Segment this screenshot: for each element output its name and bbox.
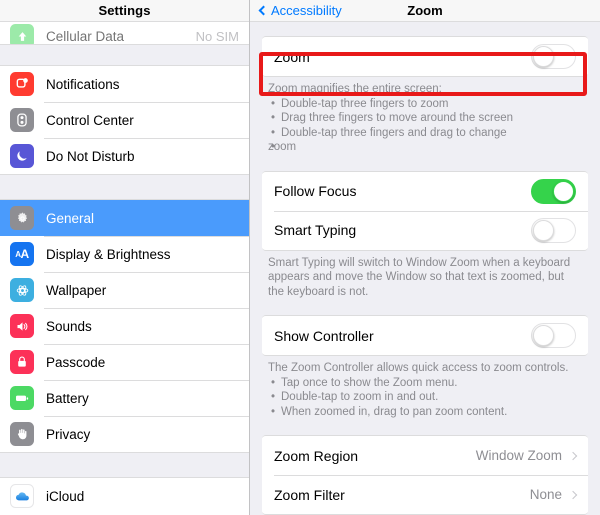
display-brightness-icon: AA	[10, 242, 34, 266]
sidebar-item-label: iCloud	[46, 488, 85, 504]
cellular-data-icon	[10, 24, 34, 44]
controller-note-bullets: Tap once to show the Zoom menu. Double-t…	[268, 376, 582, 420]
zoom-region-label: Zoom Region	[274, 447, 359, 464]
zoom-filter-value: None	[529, 487, 562, 502]
controller-note-heading: The Zoom Controller allows quick access …	[268, 362, 569, 374]
zoom-toggle-card: Zoom	[262, 36, 588, 77]
smart-typing-toggle-switch[interactable]	[531, 217, 576, 243]
smart-typing-label: Smart Typing	[274, 222, 357, 238]
sidebar-item-label: Do Not Disturb	[46, 148, 135, 164]
chevron-left-icon	[258, 5, 269, 16]
list-item: When zoomed in, drag to pan zoom content…	[268, 405, 582, 420]
sidebar-header: Settings	[0, 0, 249, 22]
list-item: Double-tap three fingers to zoom	[268, 97, 582, 112]
page-title: Settings	[98, 3, 151, 18]
zoom-note-bullets: Double-tap three fingers to zoom Drag th…	[268, 97, 582, 155]
show-controller-toggle-switch[interactable]	[531, 323, 576, 348]
icloud-icon	[10, 484, 34, 508]
show-controller-row[interactable]: Show Controller	[262, 316, 588, 355]
zoom-note-heading: Zoom magnifies the entire screen:	[268, 83, 442, 95]
list-item-continuation: zoom	[268, 140, 582, 155]
sidebar-item-label: Display & Brightness	[46, 246, 171, 262]
toggle-knob	[553, 180, 574, 202]
sidebar-item-value: No SIM	[195, 29, 239, 44]
focus-settings-card: Follow Focus Smart Typing	[262, 170, 588, 251]
sidebar-item-label: Control Center	[46, 112, 134, 128]
sidebar-item-label: Wallpaper	[46, 282, 107, 298]
wallpaper-icon	[10, 278, 34, 302]
back-button-label: Accessibility	[271, 3, 342, 18]
sidebar-item-passcode[interactable]: Passcode	[0, 344, 249, 380]
sidebar-item-notifications[interactable]: Notifications	[0, 66, 249, 102]
list-item: Double-tap three fingers and drag to cha…	[268, 126, 582, 141]
do-not-disturb-moon-icon	[10, 144, 34, 168]
zoom-description-note: Zoom magnifies the entire screen: Double…	[262, 77, 588, 163]
show-controller-label: Show Controller	[274, 327, 374, 344]
sidebar-item-privacy[interactable]: Privacy	[0, 416, 249, 452]
settings-sidebar: Settings Cellular Data No SIM Notificati…	[0, 0, 250, 515]
sidebar-item-display-brightness[interactable]: AA Display & Brightness	[0, 236, 249, 272]
sounds-speaker-icon	[10, 314, 34, 338]
privacy-hand-icon	[10, 422, 34, 446]
toggle-knob	[533, 325, 554, 346]
sidebar-item-control-center[interactable]: Control Center	[0, 102, 249, 138]
sidebar-item-label: General	[46, 210, 95, 226]
sidebar-item-cellular-data[interactable]: Cellular Data No SIM	[0, 22, 249, 44]
show-controller-card: Show Controller	[262, 315, 588, 356]
smart-typing-row[interactable]: Smart Typing	[262, 210, 588, 250]
sidebar-item-label: Passcode	[46, 354, 106, 370]
chevron-right-icon	[568, 490, 578, 499]
detail-header: Accessibility Zoom	[250, 0, 600, 22]
follow-focus-row[interactable]: Follow Focus	[262, 171, 588, 211]
sidebar-item-label: Sounds	[46, 318, 92, 334]
list-item: Double-tap to zoom in and out.	[268, 390, 582, 405]
follow-focus-label: Follow Focus	[274, 183, 357, 199]
list-item: Drag three fingers to move around the sc…	[268, 111, 582, 126]
sidebar-item-general[interactable]: General	[0, 200, 249, 236]
battery-icon	[10, 386, 34, 410]
chevron-right-icon	[568, 451, 578, 460]
sidebar-item-battery[interactable]: Battery	[0, 380, 249, 416]
zoom-filter-label: Zoom Filter	[274, 486, 345, 503]
sidebar-item-do-not-disturb[interactable]: Do Not Disturb	[0, 138, 249, 174]
list-item: Tap once to show the Zoom menu.	[268, 376, 582, 391]
sidebar-item-label: Cellular Data	[46, 29, 125, 44]
sidebar-item-label: Battery	[46, 390, 89, 406]
toggle-knob	[533, 46, 554, 67]
sidebar-item-label: Privacy	[46, 426, 91, 442]
follow-focus-toggle-switch[interactable]	[531, 178, 576, 204]
sidebar-item-icloud[interactable]: iCloud	[0, 478, 249, 514]
zoom-toggle-label: Zoom	[274, 48, 310, 65]
zoom-toggle-row[interactable]: Zoom	[262, 37, 588, 76]
control-center-icon	[10, 108, 34, 132]
sidebar-group-divider	[0, 44, 249, 66]
detail-body: Zoom Zoom magnifies the entire screen: D…	[250, 22, 600, 515]
sidebar-scroll-area[interactable]: Cellular Data No SIM Notifications Contr…	[0, 22, 249, 514]
zoom-filter-row[interactable]: Zoom Filter None	[262, 475, 588, 514]
sidebar-item-sounds[interactable]: Sounds	[0, 308, 249, 344]
controller-note: The Zoom Controller allows quick access …	[262, 356, 588, 427]
zoom-region-value: Window Zoom	[475, 448, 562, 463]
passcode-lock-icon	[10, 350, 34, 374]
sidebar-group-divider	[0, 452, 249, 478]
zoom-options-card: Zoom Region Window Zoom Zoom Filter None	[262, 435, 588, 515]
notifications-icon	[10, 72, 34, 96]
zoom-region-row[interactable]: Zoom Region Window Zoom	[262, 436, 588, 475]
toggle-knob	[533, 219, 554, 241]
gear-icon	[10, 206, 34, 230]
smart-typing-note: Smart Typing will switch to Window Zoom …	[268, 256, 571, 298]
zoom-toggle-switch[interactable]	[531, 44, 576, 69]
ios-settings-screen: Settings Cellular Data No SIM Notificati…	[0, 0, 600, 515]
back-button[interactable]: Accessibility	[258, 3, 342, 18]
sidebar-item-label: Notifications	[46, 76, 120, 92]
sidebar-item-wallpaper[interactable]: Wallpaper	[0, 272, 249, 308]
zoom-detail-pane: Accessibility Zoom Zoom Zoom magnifies t…	[250, 0, 600, 515]
sidebar-group-divider	[0, 174, 249, 200]
